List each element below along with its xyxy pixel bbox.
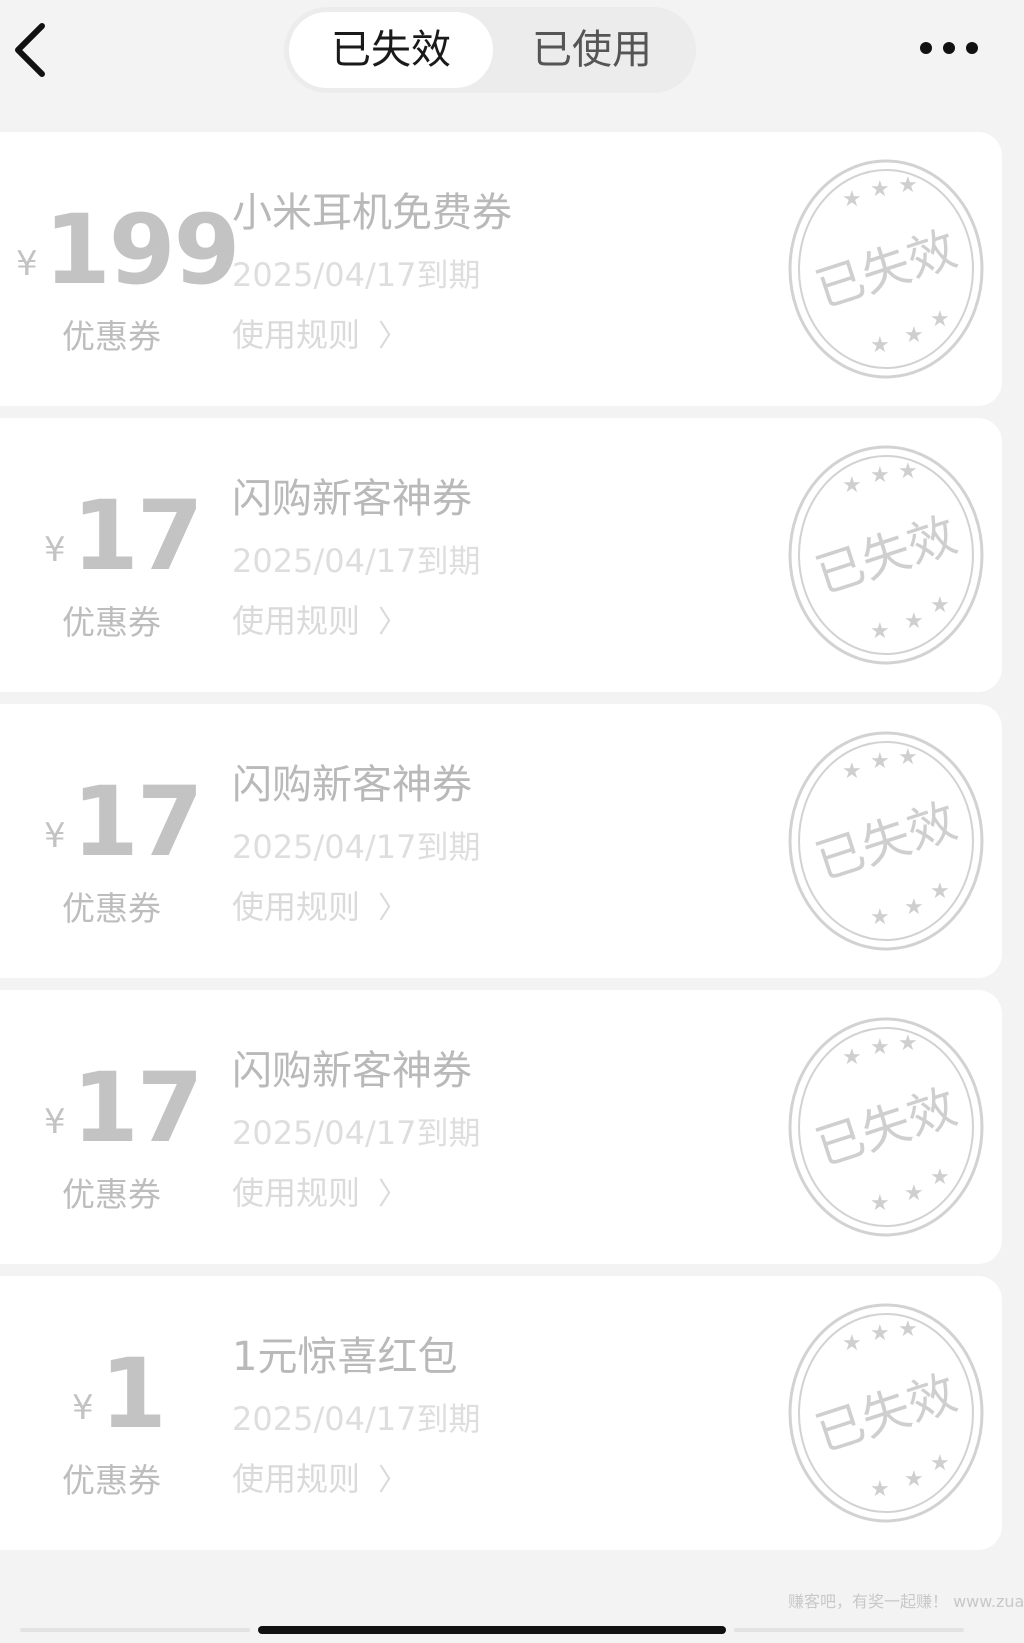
expired-coupons-screen: 已失效 已使用 ¥ 199 优惠券 小米耳机免费券 2025/04/17到期 使… <box>0 0 1024 1643</box>
svg-text:已失效: 已失效 <box>809 1365 963 1463</box>
coupon-expiry: 2025/04/17到期 <box>232 542 481 580</box>
amount-value: 17 <box>72 480 204 592</box>
coupon-card[interactable]: ¥ 199 优惠券 小米耳机免费券 2025/04/17到期 使用规则〉 ★ ★… <box>0 132 1002 406</box>
expired-stamp-icon: ★ ★ ★ ★ ★ ★ 已失效 <box>788 1017 984 1237</box>
svg-text:★: ★ <box>904 895 924 920</box>
coupon-title: 闪购新客神券 <box>232 762 472 808</box>
svg-text:已失效: 已失效 <box>809 507 963 605</box>
svg-text:★: ★ <box>930 1165 950 1190</box>
svg-text:★: ★ <box>842 1331 862 1356</box>
svg-text:已失效: 已失效 <box>809 221 963 319</box>
expired-stamp-icon: ★ ★ ★ ★ ★ ★ 已失效 <box>788 1303 984 1523</box>
chevron-right-icon: 〉 <box>378 891 409 926</box>
expired-stamp-icon: ★ ★ ★ ★ ★ ★ 已失效 <box>788 159 984 379</box>
svg-text:★: ★ <box>904 609 924 634</box>
svg-text:★: ★ <box>898 459 918 484</box>
coupon-expiry: 2025/04/17到期 <box>232 1114 481 1152</box>
coupon-type-label: 优惠券 <box>62 889 161 928</box>
amount-value: 17 <box>72 766 204 878</box>
svg-text:★: ★ <box>870 1035 890 1060</box>
chevron-right-icon: 〉 <box>378 319 409 354</box>
svg-text:★: ★ <box>870 333 890 358</box>
coupon-expiry: 2025/04/17到期 <box>232 1400 481 1438</box>
coupon-title: 1元惊喜红包 <box>232 1334 458 1380</box>
svg-text:★: ★ <box>930 593 950 618</box>
svg-text:★: ★ <box>842 759 862 784</box>
svg-text:★: ★ <box>904 323 924 348</box>
tab-used[interactable]: 已使用 <box>493 12 691 88</box>
coupon-card[interactable]: ¥ 17 优惠券 闪购新客神券 2025/04/17到期 使用规则〉 ★ ★ ★… <box>0 990 1002 1264</box>
currency-symbol: ¥ <box>72 1388 94 1428</box>
coupon-amount: ¥ 17 <box>0 1054 228 1158</box>
currency-symbol: ¥ <box>44 530 66 570</box>
svg-text:★: ★ <box>904 1181 924 1206</box>
tab-expired[interactable]: 已失效 <box>289 12 493 88</box>
svg-text:★: ★ <box>870 905 890 930</box>
chevron-right-icon: 〉 <box>378 605 409 640</box>
amount-value: 199 <box>44 194 240 306</box>
svg-text:★: ★ <box>870 177 890 202</box>
coupon-expiry: 2025/04/17到期 <box>232 828 481 866</box>
svg-text:★: ★ <box>870 1321 890 1346</box>
site-watermark: 赚客吧，有奖一起赚！ www.zuanke8.com <box>788 1592 1024 1611</box>
chevron-left-icon <box>15 23 45 77</box>
coupon-amount: ¥ 199 <box>0 196 240 300</box>
usage-rules-link[interactable]: 使用规则〉 <box>232 1168 408 1214</box>
coupon-title: 闪购新客神券 <box>232 1048 472 1094</box>
coupon-amount: ¥ 17 <box>0 482 228 586</box>
svg-text:★: ★ <box>842 187 862 212</box>
coupon-type-label: 优惠券 <box>62 1175 161 1214</box>
status-tab-switcher: 已失效 已使用 <box>284 7 696 93</box>
coupon-amount: ¥ 1 <box>0 1340 228 1444</box>
svg-text:★: ★ <box>898 1317 918 1342</box>
coupon-type-label: 优惠券 <box>62 317 161 356</box>
svg-text:已失效: 已失效 <box>809 793 963 891</box>
coupon-card[interactable]: ¥ 17 优惠券 闪购新客神券 2025/04/17到期 使用规则〉 ★ ★ ★… <box>0 704 1002 978</box>
coupon-title: 闪购新客神券 <box>232 476 472 522</box>
coupon-type-label: 优惠券 <box>62 1461 161 1500</box>
svg-text:★: ★ <box>842 1045 862 1070</box>
bottom-divider <box>20 1628 250 1632</box>
currency-symbol: ¥ <box>44 1102 66 1142</box>
chevron-right-icon: 〉 <box>378 1177 409 1212</box>
usage-rules-link[interactable]: 使用规则〉 <box>232 310 408 356</box>
svg-text:★: ★ <box>930 307 950 332</box>
more-button[interactable] <box>918 28 980 68</box>
svg-text:★: ★ <box>898 173 918 198</box>
back-button[interactable] <box>8 18 58 82</box>
svg-text:★: ★ <box>904 1467 924 1492</box>
svg-text:★: ★ <box>870 619 890 644</box>
amount-value: 17 <box>72 1052 204 1164</box>
svg-text:★: ★ <box>870 1191 890 1216</box>
svg-text:★: ★ <box>898 1031 918 1056</box>
usage-rules-link[interactable]: 使用规则〉 <box>232 596 408 642</box>
svg-text:★: ★ <box>930 879 950 904</box>
expired-stamp-icon: ★ ★ ★ ★ ★ ★ 已失效 <box>788 445 984 665</box>
svg-text:★: ★ <box>870 749 890 774</box>
svg-text:★: ★ <box>898 745 918 770</box>
expired-stamp-icon: ★ ★ ★ ★ ★ ★ 已失效 <box>788 731 984 951</box>
home-indicator[interactable] <box>258 1626 726 1634</box>
coupon-card[interactable]: ¥ 1 优惠券 1元惊喜红包 2025/04/17到期 使用规则〉 ★ ★ ★ … <box>0 1276 1002 1550</box>
svg-text:★: ★ <box>870 463 890 488</box>
coupon-amount: ¥ 17 <box>0 768 228 872</box>
coupon-type-label: 优惠券 <box>62 603 161 642</box>
currency-symbol: ¥ <box>16 244 38 284</box>
bottom-divider <box>734 1628 964 1632</box>
more-dots-icon <box>920 42 932 54</box>
chevron-right-icon: 〉 <box>378 1463 409 1498</box>
svg-text:★: ★ <box>842 473 862 498</box>
header: 已失效 已使用 <box>0 0 1024 120</box>
coupon-expiry: 2025/04/17到期 <box>232 256 481 294</box>
svg-text:已失效: 已失效 <box>809 1079 963 1177</box>
svg-text:★: ★ <box>870 1477 890 1502</box>
coupon-title: 小米耳机免费券 <box>232 190 512 236</box>
amount-value: 1 <box>100 1338 167 1450</box>
usage-rules-link[interactable]: 使用规则〉 <box>232 882 408 928</box>
usage-rules-link[interactable]: 使用规则〉 <box>232 1454 408 1500</box>
currency-symbol: ¥ <box>44 816 66 856</box>
svg-text:★: ★ <box>930 1451 950 1476</box>
coupon-card[interactable]: ¥ 17 优惠券 闪购新客神券 2025/04/17到期 使用规则〉 ★ ★ ★… <box>0 418 1002 692</box>
